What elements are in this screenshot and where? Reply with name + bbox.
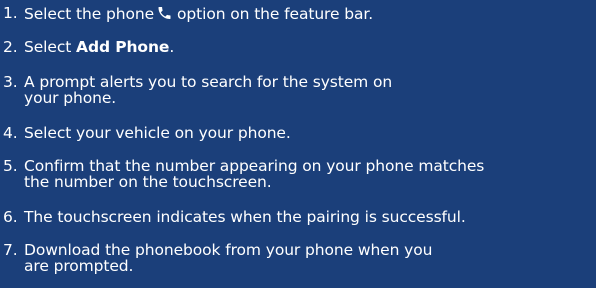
step-text: Confirm that the number appearing on you… [23,158,596,190]
step-6: 6. The touchscreen indicates when the pa… [0,209,596,225]
step-text: Download the phonebook from your phone w… [23,242,596,274]
step-number: 3. [3,73,18,91]
step-7: 7. Download the phonebook from your phon… [0,242,596,274]
step-number: 4. [3,124,18,142]
step-1: 1. Select the phone option on the feature… [0,5,596,22]
step-number: 1. [3,4,18,22]
step-text-suffix: . [169,38,175,56]
step-number: 5. [3,157,18,175]
step-text-after-icon: option on the feature bar. [177,5,374,23]
step-number: 6. [3,208,18,226]
instruction-list: 1. Select the phone option on the feature… [0,0,596,288]
step-4: 4. Select your vehicle on your phone. [0,125,596,141]
step-text-before-icon: Select the phone [24,5,155,23]
step-text-line-2: are prompted. [24,257,134,275]
step-5: 5. Confirm that the number appearing on … [0,158,596,190]
step-text-line-2: the number on the touchscreen. [24,173,272,191]
step-2: 2. Select Add Phone. [0,39,596,55]
step-text-prefix: Select [24,38,77,56]
step-text: Select the phone option on the feature ba… [23,5,596,22]
step-3: 3. A prompt alerts you to search for the… [0,74,596,106]
add-phone-label: Add Phone [76,38,170,56]
phone-handset-icon [156,5,173,21]
step-text-line-2: your phone. [24,89,117,107]
step-number: 7. [3,241,18,259]
step-text: Select your vehicle on your phone. [24,124,291,142]
step-text: Select Add Phone. [23,39,596,55]
step-text: A prompt alerts you to search for the sy… [23,74,596,106]
step-text: The touchscreen indicates when the pairi… [24,208,466,226]
step-number: 2. [3,38,18,56]
